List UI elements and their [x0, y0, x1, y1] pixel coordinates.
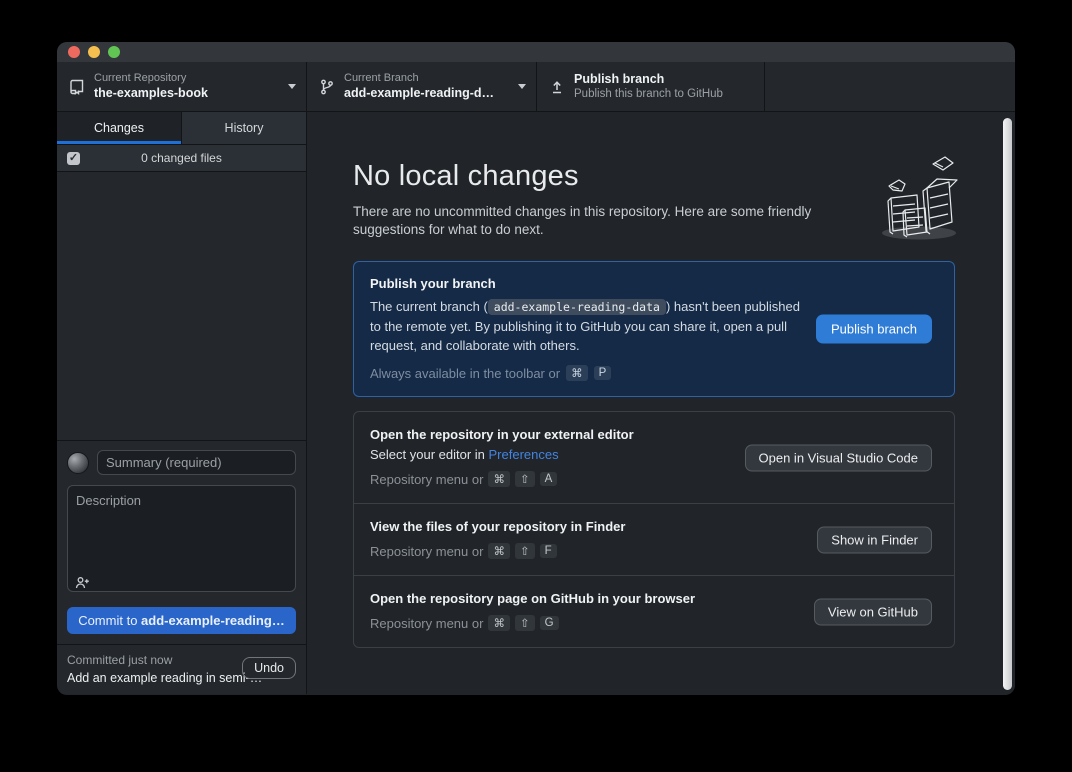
publish-text: Publish branch Publish this branch to Gi… [574, 71, 723, 102]
repo-name: the-examples-book [94, 86, 208, 101]
body-before: The current branch ( [370, 299, 488, 314]
commit-description-input[interactable] [67, 485, 296, 592]
repo-label: Current Repository [94, 72, 208, 85]
kbd-cmd: ⌘ [488, 615, 510, 631]
branch-text: Current Branch add-example-reading-d… [344, 72, 494, 101]
kbd-cmd: ⌘ [488, 543, 510, 559]
page-title: No local changes [353, 160, 955, 193]
chevron-down-icon [288, 84, 296, 89]
shortcut-text: Repository menu or [370, 616, 483, 631]
changed-files-header[interactable]: ✓ 0 changed files [57, 145, 306, 172]
commit-summary-input[interactable] [97, 450, 296, 475]
kbd-a: A [540, 472, 558, 486]
kbd-cmd: ⌘ [488, 471, 510, 487]
window-titlebar [57, 42, 1015, 62]
commit-button[interactable]: Commit to add-example-reading… [67, 607, 296, 634]
screenshot-stage: Current Repository the-examples-book Cur… [0, 0, 1072, 772]
view-on-github-button[interactable]: View on GitHub [814, 598, 932, 625]
publish-branch-button[interactable]: Publish branch [816, 315, 932, 344]
suggested-actions-list: Open the repository in your external edi… [353, 411, 955, 648]
summary-row [67, 450, 296, 475]
suggestion-title: Open the repository in your external edi… [370, 427, 938, 442]
kbd-shift: ⇧ [515, 471, 535, 487]
publish-title: Publish branch [574, 72, 723, 87]
paper-stack-illustration [875, 152, 961, 249]
current-branch-dropdown[interactable]: Current Branch add-example-reading-d… [307, 62, 537, 111]
avatar [67, 452, 89, 474]
description-wrap [67, 485, 296, 597]
tab-history[interactable]: History [181, 112, 306, 144]
main-panel: No local changes There are no uncommitte… [307, 112, 1015, 694]
upload-arrow-icon [549, 79, 565, 95]
kbd-p: P [594, 366, 612, 380]
github-desktop-window: Current Repository the-examples-book Cur… [57, 42, 1015, 695]
repo-text: Current Repository the-examples-book [94, 72, 208, 101]
publish-branch-card: Publish your branch The current branch (… [353, 261, 955, 397]
publish-card-footer: Always available in the toolbar or ⌘ P [370, 365, 938, 381]
kbd-shift: ⇧ [515, 543, 535, 559]
toolbar-empty-space [765, 62, 1015, 111]
shortcut-text: Repository menu or [370, 472, 483, 487]
show-in-finder-button[interactable]: Show in Finder [817, 526, 932, 553]
footer-text: Always available in the toolbar or [370, 366, 560, 381]
changed-files-list [57, 172, 306, 440]
close-window-button[interactable] [68, 46, 80, 58]
commit-form: Commit to add-example-reading… [57, 440, 306, 644]
undo-button[interactable]: Undo [242, 657, 296, 679]
publish-subtitle: Publish this branch to GitHub [574, 88, 723, 102]
changed-files-count: 0 changed files [57, 151, 306, 165]
git-branch-icon [319, 79, 335, 95]
page-subtitle: There are no uncommitted changes in this… [353, 203, 877, 239]
current-repository-dropdown[interactable]: Current Repository the-examples-book [57, 62, 307, 111]
publish-card-body: The current branch (add-example-reading-… [370, 297, 812, 355]
kbd-f: F [540, 544, 557, 558]
commit-button-prefix: Commit to [78, 613, 141, 628]
kbd-g: G [540, 616, 559, 630]
suggestion-open-editor: Open the repository in your external edi… [354, 412, 954, 503]
kbd-cmd: ⌘ [566, 365, 588, 381]
add-coauthor-icon[interactable] [75, 576, 90, 589]
commit-button-branch: add-example-reading… [141, 613, 285, 628]
chevron-down-icon [518, 84, 526, 89]
content: Changes History ✓ 0 changed files [57, 112, 1015, 694]
suggestion-show-in-finder: View the files of your repository in Fin… [354, 503, 954, 575]
suggestion-shortcut: Repository menu or ⌘ ⇧ A [370, 471, 938, 487]
sidebar: Changes History ✓ 0 changed files [57, 112, 307, 694]
select-all-checkbox[interactable]: ✓ [67, 152, 80, 165]
maximize-window-button[interactable] [108, 46, 120, 58]
vertical-scrollbar[interactable] [1003, 118, 1012, 690]
tab-changes[interactable]: Changes [57, 112, 181, 144]
suggestion-view-on-github: Open the repository page on GitHub in yo… [354, 575, 954, 647]
branch-name: add-example-reading-d… [344, 86, 494, 101]
preferences-link[interactable]: Preferences [489, 447, 559, 462]
branch-code-chip: add-example-reading-data [488, 299, 666, 315]
repo-icon [69, 79, 85, 95]
publish-branch-toolbar-button[interactable]: Publish branch Publish this branch to Gi… [537, 62, 765, 111]
kbd-shift: ⇧ [515, 615, 535, 631]
no-changes-view: No local changes There are no uncommitte… [353, 160, 955, 648]
shortcut-text: Repository menu or [370, 544, 483, 559]
open-in-vscode-button[interactable]: Open in Visual Studio Code [745, 444, 932, 471]
sidebar-tabs: Changes History [57, 112, 306, 145]
toolbar: Current Repository the-examples-book Cur… [57, 62, 1015, 112]
publish-card-title: Publish your branch [370, 276, 938, 291]
branch-label: Current Branch [344, 72, 494, 85]
subtitle-text: Select your editor in [370, 447, 489, 462]
minimize-window-button[interactable] [88, 46, 100, 58]
undo-commit-banner: Committed just now Add an example readin… [57, 644, 306, 694]
